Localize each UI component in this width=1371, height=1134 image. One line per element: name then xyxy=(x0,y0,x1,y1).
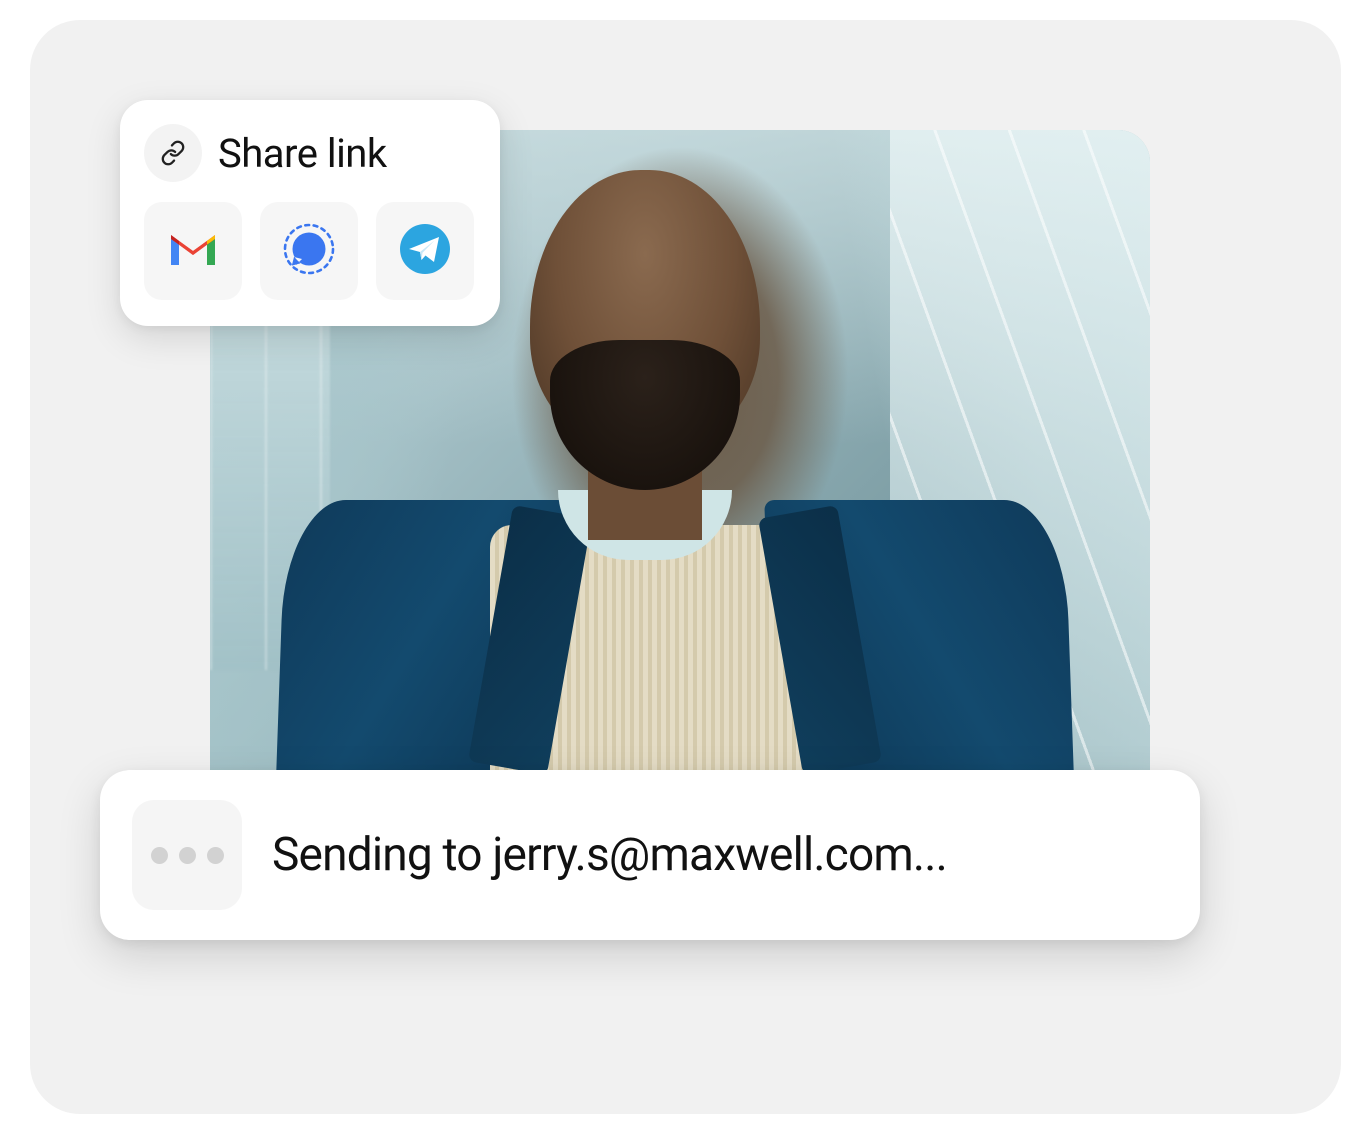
sending-status-text: Sending to jerry.s@maxwell.com... xyxy=(272,828,947,882)
share-link-card: Share link xyxy=(120,100,500,326)
share-link-header: Share link xyxy=(144,124,476,182)
gmail-icon xyxy=(167,229,219,273)
share-apps-row xyxy=(144,202,476,300)
share-app-signal[interactable] xyxy=(260,202,358,300)
share-link-title: Share link xyxy=(218,130,387,177)
sending-status-card: Sending to jerry.s@maxwell.com... xyxy=(100,770,1200,940)
telegram-icon xyxy=(398,222,452,280)
share-app-gmail[interactable] xyxy=(144,202,242,300)
canvas-container: Share link xyxy=(30,20,1341,1114)
loading-indicator xyxy=(132,800,242,910)
link-icon xyxy=(144,124,202,182)
signal-icon xyxy=(281,221,337,281)
share-app-telegram[interactable] xyxy=(376,202,474,300)
loading-dot-icon xyxy=(207,847,224,864)
loading-dot-icon xyxy=(151,847,168,864)
loading-dot-icon xyxy=(179,847,196,864)
